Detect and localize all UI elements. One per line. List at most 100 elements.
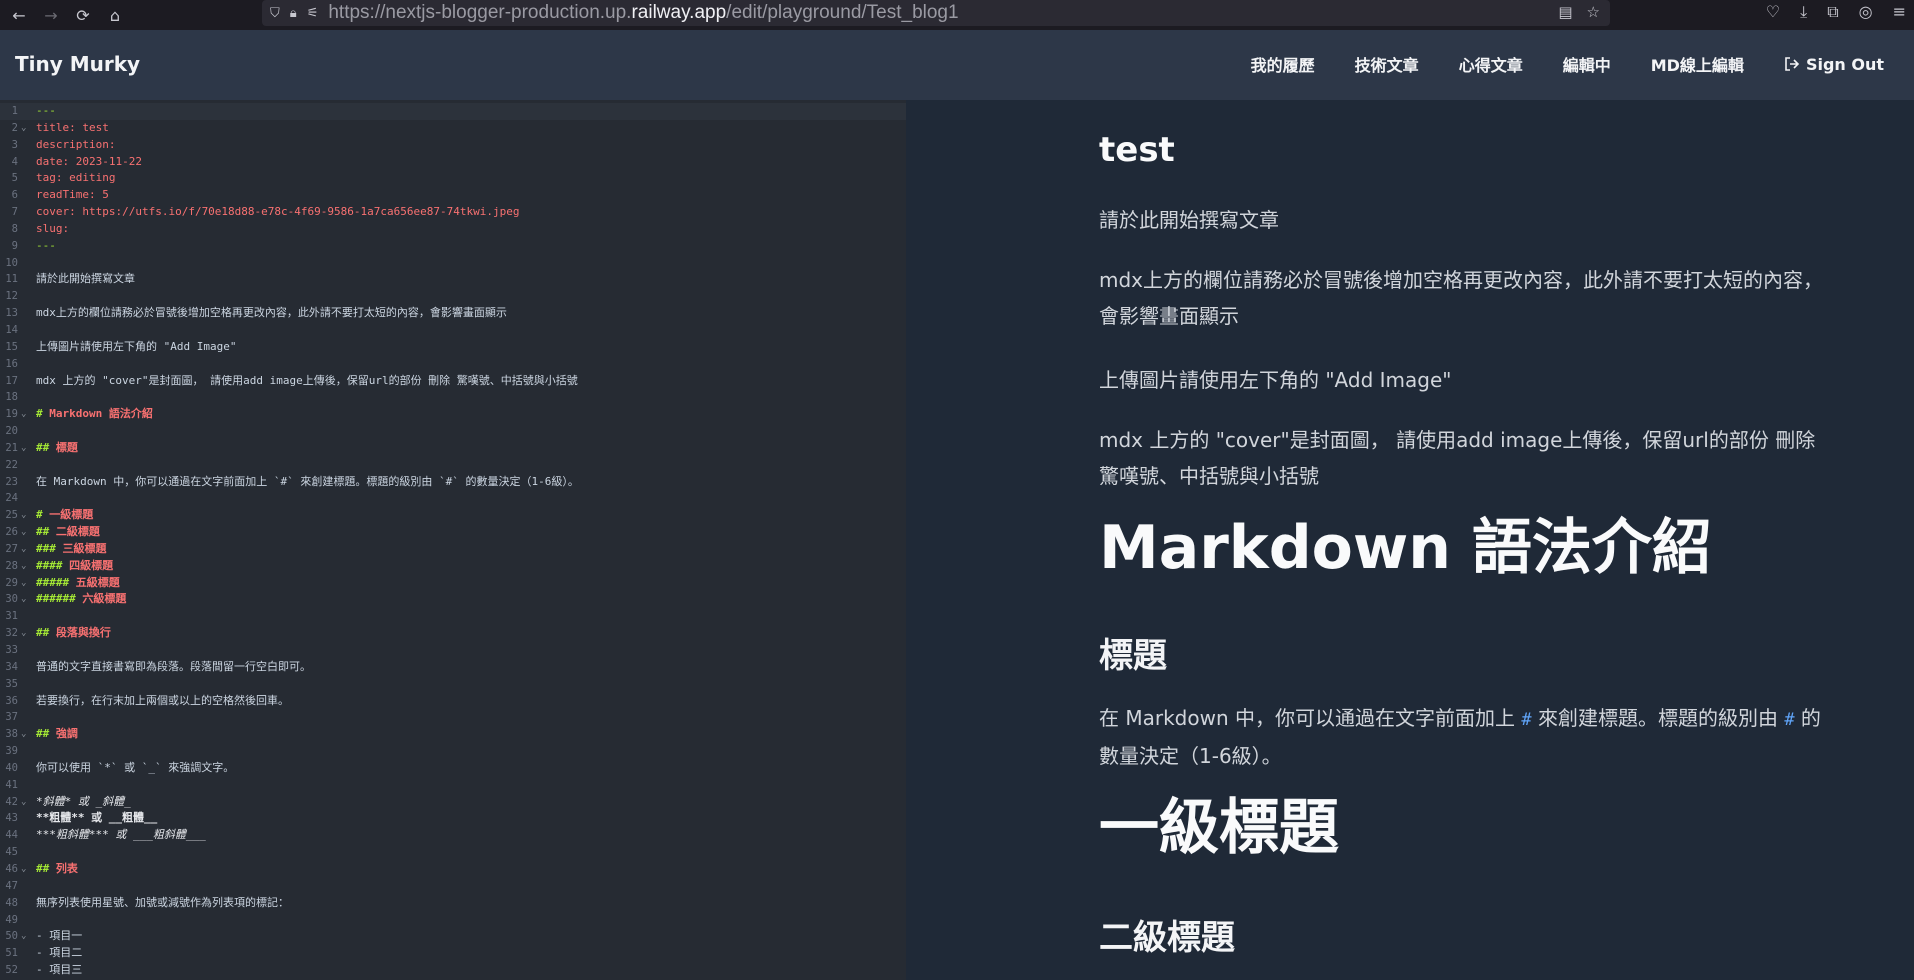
editor-line[interactable]: 20: [0, 423, 906, 440]
editor-line[interactable]: 27 ⌄ ### 三級標題: [0, 541, 906, 558]
fold-chevron-icon[interactable]: ⌄: [21, 120, 26, 137]
editor-line[interactable]: 26 ⌄ ## 二級標題: [0, 524, 906, 541]
editor-line[interactable]: 45: [0, 844, 906, 861]
editor-line[interactable]: 33: [0, 642, 906, 659]
bookmark-star-icon[interactable]: ☆: [1587, 3, 1600, 21]
editor-line[interactable]: 13 mdx上方的欄位請務必於冒號後增加空格再更改內容，此外請不要打太短的內容，會…: [0, 305, 906, 322]
editor-line[interactable]: 52 - 項目三: [0, 962, 906, 979]
forward-icon[interactable]: →: [38, 2, 64, 28]
url-text[interactable]: https://nextjs-blogger-production.up.rai…: [328, 2, 958, 24]
editor-line[interactable]: 11 請於此開始撰寫文章: [0, 271, 906, 288]
editor-line[interactable]: 31: [0, 608, 906, 625]
fold-chevron-icon[interactable]: ⌄: [21, 625, 26, 642]
editor-line[interactable]: 44 ***粗斜體*** 或 ___粗斜體___: [0, 827, 906, 844]
reload-icon[interactable]: ⟳: [70, 2, 96, 28]
editor-line[interactable]: 7 cover: https://utfs.io/f/70e18d88-e78c-…: [0, 204, 906, 221]
editor-line[interactable]: 46 ⌄ ## 列表: [0, 861, 906, 878]
editor-line[interactable]: 36 若要換行，在行末加上兩個或以上的空格然後回車。: [0, 693, 906, 710]
editor-line[interactable]: 18: [0, 389, 906, 406]
editor-line[interactable]: 48 無序列表使用星號、加號或減號作為列表項的標記：: [0, 895, 906, 912]
url-bar[interactable]: ⛉ 🔒︎ ⚟ https://nextjs-blogger-production…: [262, 0, 1610, 26]
fold-chevron-icon[interactable]: ⌄: [21, 928, 26, 945]
editor-line[interactable]: 1 ---: [0, 103, 906, 120]
editor-line[interactable]: 25 ⌄ # 一級標題: [0, 507, 906, 524]
editor-line[interactable]: 41: [0, 777, 906, 794]
reader-view-icon[interactable]: ▤: [1558, 3, 1572, 21]
editor-line[interactable]: 14: [0, 322, 906, 339]
editor-line[interactable]: 3 description:: [0, 137, 906, 154]
line-text: ##### 五級標題: [36, 575, 120, 589]
fold-chevron-icon[interactable]: ⌄: [21, 575, 26, 592]
fold-chevron-icon[interactable]: ⌄: [21, 541, 26, 558]
fold-chevron-icon[interactable]: ⌄: [21, 507, 26, 524]
fold-chevron-icon[interactable]: ⌄: [21, 558, 26, 575]
editor-line[interactable]: 22: [0, 457, 906, 474]
editor-line[interactable]: 19 ⌄ # Markdown 語法介紹: [0, 406, 906, 423]
editor-line[interactable]: 35: [0, 676, 906, 693]
menu-icon[interactable]: ≡: [1893, 2, 1906, 22]
editor-line[interactable]: 9 ---: [0, 238, 906, 255]
line-text: date: 2023-11-22: [36, 154, 142, 168]
markdown-editor[interactable]: 1 --- 2 ⌄ title: test 3 description: 4 date: 202…: [0, 100, 906, 980]
editor-line[interactable]: 24: [0, 490, 906, 507]
sign-out-button[interactable]: Sign Out: [1784, 52, 1884, 76]
line-number: 34: [5, 660, 18, 673]
nav-reflection-articles[interactable]: 心得文章: [1459, 52, 1523, 76]
lock-icon[interactable]: 🔒︎: [290, 6, 297, 21]
editor-line[interactable]: 21 ⌄ ## 標題: [0, 440, 906, 457]
editor-line[interactable]: 51 - 項目二: [0, 945, 906, 962]
editor-line[interactable]: 17 mdx 上方的 "cover"是封面圖， 請使用add image上傳後，保…: [0, 373, 906, 390]
editor-line[interactable]: 23 在 Markdown 中，你可以通過在文字前面加上 `#` 來創建標題。標題…: [0, 474, 906, 491]
home-icon[interactable]: ⌂: [102, 2, 128, 28]
editor-line[interactable]: 30 ⌄ ###### 六級標題: [0, 591, 906, 608]
fold-chevron-icon[interactable]: ⌄: [21, 591, 26, 608]
back-icon[interactable]: ←: [6, 2, 32, 28]
editor-line[interactable]: 38 ⌄ ## 強調: [0, 726, 906, 743]
shield-icon[interactable]: ⛉: [270, 6, 280, 21]
line-number: 36: [5, 694, 18, 707]
fold-chevron-icon[interactable]: ⌄: [21, 524, 26, 541]
line-number: 51: [5, 947, 18, 960]
editor-line[interactable]: 40 你可以使用 `*` 或 `_` 來強調文字。: [0, 760, 906, 777]
pocket-icon[interactable]: ♡: [1766, 2, 1780, 22]
permissions-icon[interactable]: ⚟: [307, 6, 319, 21]
editor-line[interactable]: 2 ⌄ title: test: [0, 120, 906, 137]
fold-chevron-icon[interactable]: ⌄: [21, 794, 26, 811]
editor-line[interactable]: 39: [0, 743, 906, 760]
editor-line[interactable]: 4 date: 2023-11-22: [0, 154, 906, 171]
editor-line[interactable]: 6 readTime: 5: [0, 187, 906, 204]
fold-chevron-icon[interactable]: ⌄: [21, 861, 26, 878]
editor-line[interactable]: 8 slug:: [0, 221, 906, 238]
editor-line[interactable]: 42 ⌄ *斜體* 或 _斜體_: [0, 794, 906, 811]
editor-line[interactable]: 10: [0, 255, 906, 272]
editor-line[interactable]: 50 ⌄ - 項目一: [0, 928, 906, 945]
line-number: 6: [11, 189, 18, 202]
editor-line[interactable]: 37: [0, 709, 906, 726]
brand-logo[interactable]: Tiny Murky: [15, 52, 140, 76]
line-number: 9: [11, 239, 18, 252]
nav-editing[interactable]: 編輯中: [1563, 52, 1611, 76]
line-number: 16: [5, 357, 18, 370]
editor-line[interactable]: 5 tag: editing: [0, 170, 906, 187]
fold-chevron-icon[interactable]: ⌄: [21, 440, 26, 457]
nav-md-online-editor[interactable]: MD線上編輯: [1651, 52, 1744, 76]
fold-chevron-icon[interactable]: ⌄: [21, 726, 26, 743]
editor-line[interactable]: 29 ⌄ ##### 五級標題: [0, 575, 906, 592]
editor-line[interactable]: 15 上傳圖片請使用左下角的 "Add Image": [0, 339, 906, 356]
editor-line[interactable]: 16: [0, 356, 906, 373]
editor-line[interactable]: 28 ⌄ #### 四級標題: [0, 558, 906, 575]
extensions-icon[interactable]: ⧉: [1827, 2, 1838, 22]
editor-line[interactable]: 47: [0, 878, 906, 895]
editor-line[interactable]: 12: [0, 288, 906, 305]
nav-tech-articles[interactable]: 技術文章: [1355, 52, 1419, 76]
editor-line[interactable]: 32 ⌄ ## 段落與換行: [0, 625, 906, 642]
line-text: - 項目一: [36, 929, 83, 943]
downloads-icon[interactable]: ⤓: [1800, 2, 1807, 22]
account-icon[interactable]: ◎: [1859, 2, 1873, 22]
editor-line[interactable]: 34 普通的文字直接書寫即為段落。段落間留一行空白即可。: [0, 659, 906, 676]
line-number: 12: [5, 290, 18, 303]
editor-line[interactable]: 49: [0, 912, 906, 929]
editor-line[interactable]: 43 **粗體** 或 __粗體__: [0, 810, 906, 827]
fold-chevron-icon[interactable]: ⌄: [21, 406, 26, 423]
nav-resume[interactable]: 我的履歷: [1251, 52, 1315, 76]
